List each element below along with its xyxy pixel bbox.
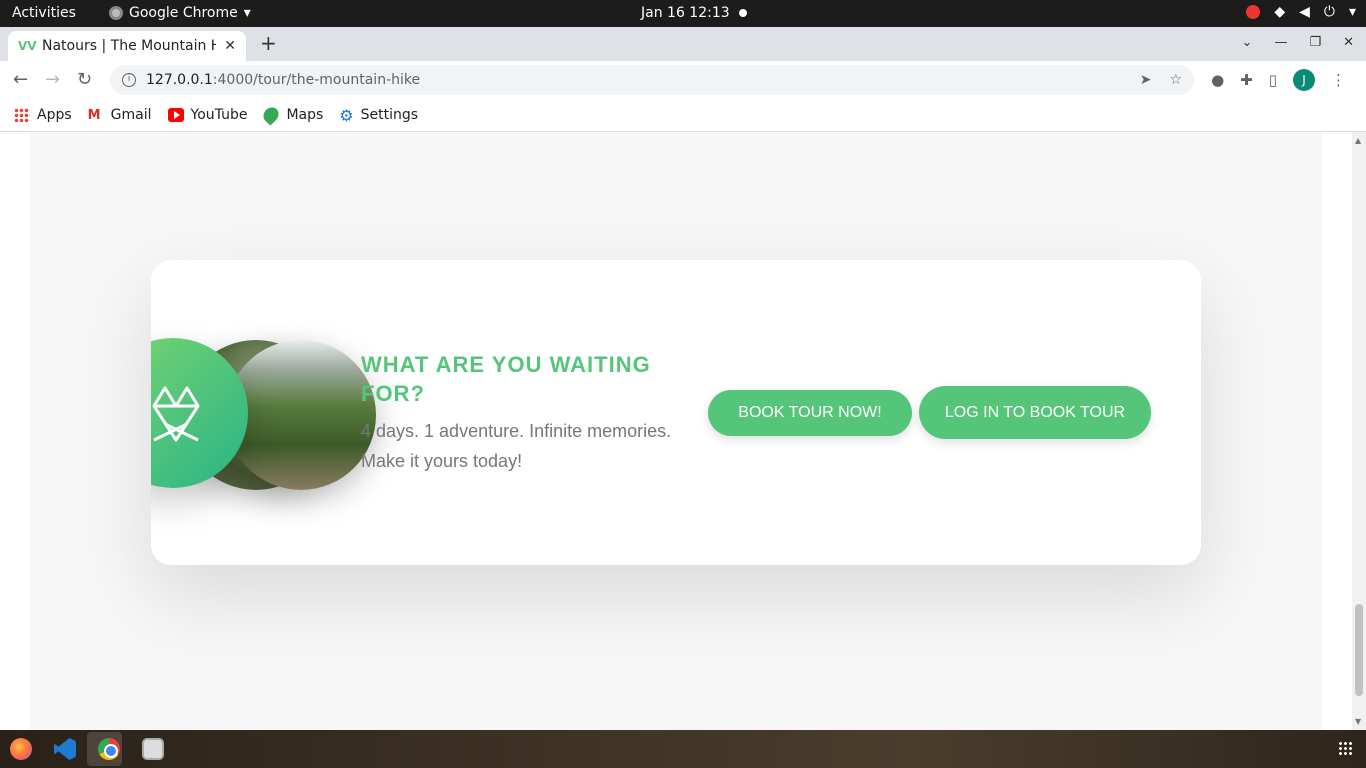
- send-icon[interactable]: ➤: [1140, 72, 1152, 88]
- extension-icon[interactable]: ●: [1211, 71, 1224, 89]
- system-tray[interactable]: ◆ ◀ ⏻ ▾: [1246, 4, 1356, 20]
- close-tab-icon[interactable]: ✕: [224, 38, 236, 54]
- window-controls: ⌄ — ❐ ✕: [1242, 35, 1354, 50]
- toolbar: ← → ↻ i 127.0.0.1:4000/tour/the-mountain…: [0, 61, 1366, 99]
- extensions-area: ● ✚ ▯ J ⋮: [1211, 69, 1346, 91]
- cta-heading: What are you waiting for?: [361, 352, 651, 406]
- url-path: :4000/tour/the-mountain-hike: [212, 72, 421, 88]
- wifi-icon[interactable]: ◆: [1274, 4, 1285, 20]
- reload-icon[interactable]: ↻: [77, 69, 92, 90]
- bookmark-youtube[interactable]: YouTube: [167, 107, 248, 123]
- bookmarks-bar: Apps M Gmail YouTube Maps ⚙ Settings: [0, 99, 1366, 132]
- avatar[interactable]: J: [1293, 69, 1315, 91]
- new-tab-button[interactable]: +: [260, 31, 277, 55]
- scrollbar-thumb[interactable]: [1355, 604, 1363, 696]
- bookmark-maps[interactable]: Maps: [260, 104, 324, 126]
- bookmark-label: Apps: [37, 107, 72, 123]
- bookmark-gmail[interactable]: M Gmail: [88, 107, 152, 123]
- book-tour-button[interactable]: BOOK TOUR NOW!: [708, 390, 912, 436]
- bookmark-label: Gmail: [110, 107, 152, 123]
- scroll-down-icon[interactable]: ▼: [1355, 717, 1361, 726]
- bookmark-label: Maps: [286, 107, 324, 123]
- apps-grid-icon: [14, 108, 30, 122]
- system-top-bar: Activities Google Chrome ▾ Jan 16 12:13 …: [0, 0, 1366, 27]
- page-content: What are you waiting for? 4 days. 1 adve…: [30, 132, 1322, 730]
- accessibility-icon[interactable]: [1246, 5, 1261, 19]
- tab-search-icon[interactable]: ⌄: [1242, 35, 1253, 50]
- chevron-down-icon[interactable]: ▾: [1349, 4, 1356, 20]
- url-host: 127.0.0.1: [146, 72, 213, 88]
- bookmark-star-icon[interactable]: ☆: [1169, 72, 1182, 88]
- back-icon[interactable]: ←: [13, 69, 28, 90]
- scroll-up-icon[interactable]: ▲: [1355, 136, 1361, 145]
- chrome-icon[interactable]: [98, 738, 120, 760]
- chrome-icon: [109, 6, 123, 20]
- volume-icon[interactable]: ◀: [1299, 4, 1310, 20]
- youtube-icon: [167, 108, 184, 122]
- notification-dot: [739, 9, 747, 17]
- close-window-icon[interactable]: ✕: [1343, 35, 1354, 50]
- natours-favicon-icon: ᐯᐯ: [18, 39, 37, 53]
- login-to-book-button[interactable]: LOG IN TO BOOK TOUR: [919, 386, 1151, 439]
- address-bar[interactable]: i 127.0.0.1:4000/tour/the-mountain-hike …: [110, 65, 1194, 95]
- gmail-icon: M: [87, 108, 101, 123]
- app-menu-label: Google Chrome: [129, 5, 238, 21]
- page-viewport: What are you waiting for? 4 days. 1 adve…: [0, 132, 1366, 730]
- firefox-icon[interactable]: [10, 738, 32, 760]
- files-icon[interactable]: [142, 738, 164, 760]
- bookmark-apps[interactable]: Apps: [14, 107, 72, 123]
- chevron-down-icon: ▾: [243, 5, 251, 21]
- browser-tab[interactable]: ᐯᐯ Natours | The Mountain H ✕: [8, 31, 246, 61]
- site-info-icon[interactable]: i: [122, 73, 136, 87]
- bookmark-label: Settings: [360, 107, 419, 123]
- clock[interactable]: Jan 16 12:13: [641, 5, 730, 21]
- settings-gear-icon: ⚙: [339, 105, 354, 125]
- show-apps-icon[interactable]: [1338, 741, 1352, 755]
- tab-title: Natours | The Mountain H: [42, 38, 217, 54]
- bookmark-settings[interactable]: ⚙ Settings: [339, 106, 418, 125]
- tour-image-1: [226, 340, 376, 490]
- power-icon[interactable]: ⏻: [1324, 4, 1335, 20]
- app-menu[interactable]: Google Chrome ▾: [109, 5, 251, 21]
- cta-text: What are you waiting for? 4 days. 1 adve…: [361, 350, 691, 476]
- page-scrollbar[interactable]: ▲ ▼: [1352, 132, 1366, 730]
- bookmark-label: YouTube: [190, 107, 248, 123]
- activities-button[interactable]: Activities: [12, 5, 76, 21]
- cta-card: What are you waiting for? 4 days. 1 adve…: [151, 260, 1201, 565]
- maps-icon: [260, 104, 283, 126]
- minimize-icon[interactable]: —: [1274, 35, 1287, 50]
- restore-icon[interactable]: ❐: [1309, 35, 1321, 50]
- dock: [0, 730, 1366, 768]
- natours-logo-icon: [152, 386, 200, 442]
- cta-description: 4 days. 1 adventure. Infinite memories. …: [361, 421, 672, 471]
- vscode-icon[interactable]: [54, 738, 76, 760]
- tab-strip: ᐯᐯ Natours | The Mountain H ✕ + ⌄ — ❐ ✕: [0, 27, 1366, 61]
- menu-icon[interactable]: ⋮: [1331, 71, 1346, 89]
- puzzle-icon[interactable]: ✚: [1240, 71, 1253, 89]
- side-panel-icon[interactable]: ▯: [1269, 71, 1277, 89]
- forward-icon[interactable]: →: [45, 69, 60, 90]
